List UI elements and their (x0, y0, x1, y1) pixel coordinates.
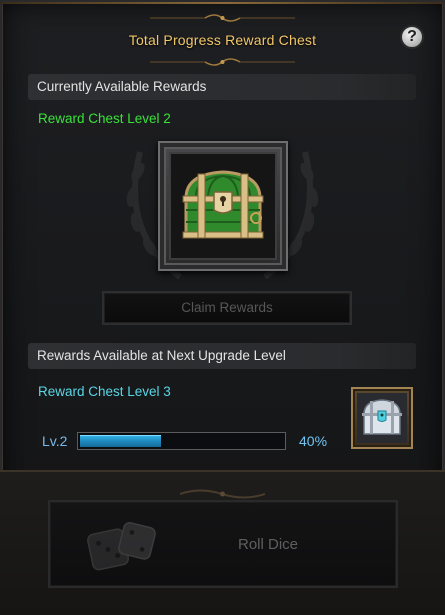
top-ornament (150, 14, 295, 22)
treasure-chest-icon (182, 170, 264, 239)
next-reward-chest-slot[interactable] (351, 387, 413, 449)
help-button[interactable]: ? (400, 25, 424, 49)
window-title: Total Progress Reward Chest (128, 32, 317, 48)
claim-rewards-button[interactable]: Claim Rewards (102, 291, 352, 325)
chest-inner-frame (169, 152, 277, 260)
progress-level-label: Lv.2 (42, 433, 68, 449)
next-chest-level: Reward Chest Level 3 (38, 384, 171, 399)
roll-dice-label: Roll Dice (238, 536, 299, 553)
header: Total Progress Reward Chest ? (0, 0, 445, 70)
silver-chest-icon (362, 399, 402, 435)
next-rewards-header: Rewards Available at Next Upgrade Level (28, 343, 416, 369)
progress-bar (77, 432, 286, 450)
next-chest-inner (357, 393, 407, 443)
dice-icon (87, 522, 156, 571)
progress-fill (80, 435, 162, 447)
progress-percent: 40% (299, 433, 328, 449)
bottom-title-ornament (150, 58, 295, 66)
reward-chest-slot[interactable] (158, 141, 288, 271)
bottom-ornament (180, 489, 265, 499)
help-icon: ? (407, 28, 417, 45)
current-rewards-header: Currently Available Rewards (28, 74, 416, 100)
